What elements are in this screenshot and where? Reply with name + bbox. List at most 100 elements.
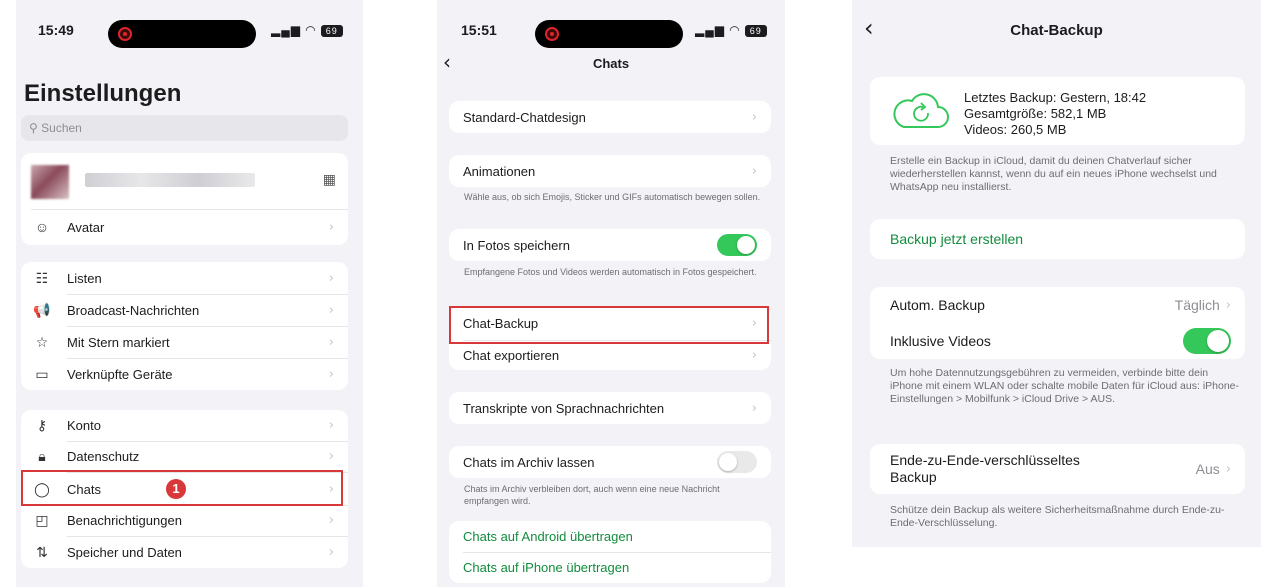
- settings-item-privacy[interactable]: 🔒︎ Datenschutz ›: [21, 441, 348, 472]
- signal-wifi-icons: ▂▄▆ ◠ 69: [271, 23, 343, 37]
- settings-item-label: Speicher und Daten: [67, 544, 182, 560]
- export-chat-row[interactable]: Chat exportieren ›: [449, 340, 771, 370]
- settings-group-lists: ☷ Listen › 📢 Broadcast-Nachrichten › ☆ M…: [21, 262, 348, 390]
- battery-icon: 69: [320, 24, 343, 37]
- qr-code-icon[interactable]: ▦: [323, 171, 336, 188]
- search-icon: ⚲: [29, 121, 38, 135]
- auto-backup-row[interactable]: Autom. Backup Täglich ›: [870, 287, 1245, 323]
- chevron-right-icon: ›: [328, 418, 334, 433]
- nav-title: Chats: [592, 56, 630, 71]
- auto-backup-value: Täglich: [1174, 297, 1220, 313]
- transcripts-row[interactable]: Transkripte von Sprachnachrichten ›: [449, 392, 771, 424]
- icloud-backup-icon: [893, 93, 949, 128]
- transfer-iphone-link[interactable]: Chats auf iPhone übertragen: [449, 552, 771, 583]
- save-photos-note: Empfangene Fotos und Videos werden autom…: [464, 267, 757, 277]
- chevron-right-icon: ›: [751, 347, 757, 363]
- profile-name-blurred: [85, 173, 255, 187]
- settings-item-linked-devices[interactable]: ▭ Verknüpfte Geräte ›: [21, 358, 348, 390]
- e2e-note: Schütze dein Backup als weitere Sicherhe…: [890, 504, 1225, 529]
- chevron-right-icon: ›: [751, 109, 757, 125]
- settings-item-avatar[interactable]: ☺ Avatar ›: [21, 209, 348, 245]
- e2e-label-line-1: Ende-zu-Ende-verschlüsseltes: [890, 452, 1080, 468]
- star-icon: ☆: [35, 333, 49, 350]
- chevron-right-icon: ›: [751, 400, 757, 416]
- backup-description: Erstelle ein Backup in iCloud, damit du …: [890, 155, 1217, 193]
- auto-backup-card: Autom. Backup Täglich › Inklusive Videos: [870, 287, 1245, 359]
- row-label: In Fotos speichern: [463, 237, 570, 253]
- settings-item-starred[interactable]: ☆ Mit Stern markiert ›: [21, 326, 348, 358]
- settings-item-label: Listen: [67, 270, 102, 286]
- chevron-right-icon: ›: [328, 449, 334, 464]
- transfer-android-link[interactable]: Chats auf Android übertragen: [449, 521, 771, 552]
- videos-size-text: Videos: 260,5 MB: [964, 122, 1067, 137]
- battery-icon: 69: [744, 24, 767, 37]
- chevron-right-icon: ›: [328, 544, 334, 560]
- settings-item-lists[interactable]: ☷ Listen ›: [21, 262, 348, 294]
- status-time: 15:49: [38, 22, 74, 38]
- save-photos-card: In Fotos speichern: [449, 229, 771, 261]
- chevron-right-icon: ›: [328, 366, 334, 382]
- save-photos-row: In Fotos speichern: [449, 229, 771, 261]
- e2e-backup-value: Aus: [1195, 461, 1220, 477]
- arrows-up-down-icon: ⇅: [36, 543, 48, 560]
- chevron-right-icon: ›: [1225, 297, 1231, 313]
- avatar-label: Avatar: [67, 219, 105, 235]
- chevron-right-icon: ›: [328, 302, 334, 318]
- total-size-text: Gesamtgröße: 582,1 MB: [964, 106, 1107, 121]
- transfer-card: Chats auf Android übertragen Chats auf i…: [449, 521, 771, 583]
- status-bar: 15:51 ▂▄▆ ◠ 69: [437, 14, 785, 48]
- lists-icon: ☷: [35, 269, 49, 286]
- profile-card: ▦ ☺ Avatar ›: [21, 153, 348, 245]
- signal-wifi-icons: ▂▄▆ ◠ 69: [695, 23, 767, 37]
- standard-chat-design-row[interactable]: Standard-Chatdesign ›: [449, 101, 771, 133]
- recording-icon: [545, 27, 559, 41]
- chevron-right-icon: ›: [328, 513, 334, 528]
- settings-item-broadcast[interactable]: 📢 Broadcast-Nachrichten ›: [21, 294, 348, 326]
- key-icon: ⚷: [36, 417, 48, 433]
- save-photos-toggle[interactable]: [717, 234, 757, 256]
- row-label: Chats im Archiv lassen: [463, 454, 595, 470]
- profile-photo: [31, 165, 69, 199]
- e2e-backup-card: Ende-zu-Ende-verschlüsseltes Backup Aus …: [870, 444, 1245, 494]
- backup-now-card: Backup jetzt erstellen: [870, 219, 1245, 259]
- search-input[interactable]: ⚲ Suchen: [21, 115, 348, 141]
- toggle-knob: [719, 453, 737, 471]
- megaphone-icon: 📢: [33, 301, 51, 318]
- profile-row[interactable]: ▦: [21, 153, 348, 209]
- dynamic-island: [108, 20, 256, 48]
- backup-info-card: Letztes Backup: Gestern, 18:42 Gesamtgrö…: [870, 77, 1245, 145]
- toggle-knob: [737, 236, 755, 254]
- settings-item-account[interactable]: ⚷ Konto ›: [21, 410, 348, 441]
- avatar-icon: ☺: [34, 219, 50, 235]
- row-label: Animationen: [463, 163, 536, 179]
- search-placeholder: Suchen: [41, 121, 82, 135]
- settings-item-notifications[interactable]: ◰ Benachrichtigungen ›: [21, 505, 348, 536]
- settings-item-label: Broadcast-Nachrichten: [67, 302, 200, 318]
- settings-item-storage[interactable]: ⇅ Speicher und Daten ›: [21, 536, 348, 568]
- row-label: Transkripte von Sprachnachrichten: [463, 400, 665, 416]
- status-time: 15:51: [461, 22, 497, 38]
- toggle-knob: [1207, 330, 1229, 352]
- last-backup-text: Letztes Backup: Gestern, 18:42: [964, 90, 1147, 105]
- chevron-right-icon: ›: [751, 163, 757, 179]
- highlight-box-chat-backup: [449, 306, 769, 344]
- keep-archived-note: Chats im Archiv verbleiben dort, auch we…: [464, 484, 720, 506]
- chevron-right-icon: ›: [328, 219, 334, 235]
- row-label: Autom. Backup: [890, 297, 985, 313]
- data-usage-note: Um hohe Datennutzungsgebühren zu vermeid…: [890, 367, 1240, 405]
- chats-screen: 15:51 ▂▄▆ ◠ 69 ‹ Chats Standard-Chatdesig…: [437, 0, 785, 587]
- animations-note: Wähle aus, ob sich Emojis, Sticker und G…: [464, 192, 761, 202]
- settings-item-label: Mit Stern markiert: [67, 334, 170, 350]
- e2e-backup-row[interactable]: Ende-zu-Ende-verschlüsseltes Backup Aus …: [870, 444, 1245, 494]
- chevron-right-icon: ›: [328, 334, 334, 350]
- settings-screen: 15:49 ▂▄▆ ◠ 69 Einstellungen ⚲ Suchen ▦ ☺…: [16, 0, 363, 587]
- backup-now-button[interactable]: Backup jetzt erstellen: [870, 219, 1245, 259]
- e2e-label-line-2: Backup: [890, 469, 937, 485]
- keep-archived-card: Chats im Archiv lassen: [449, 446, 771, 478]
- keep-archived-toggle[interactable]: [717, 451, 757, 473]
- animations-row[interactable]: Animationen ›: [449, 155, 771, 187]
- settings-item-label: Datenschutz: [67, 449, 140, 464]
- row-label: Inklusive Videos: [890, 333, 991, 349]
- include-videos-toggle[interactable]: [1183, 328, 1231, 354]
- lock-icon: 🔒︎: [38, 448, 46, 464]
